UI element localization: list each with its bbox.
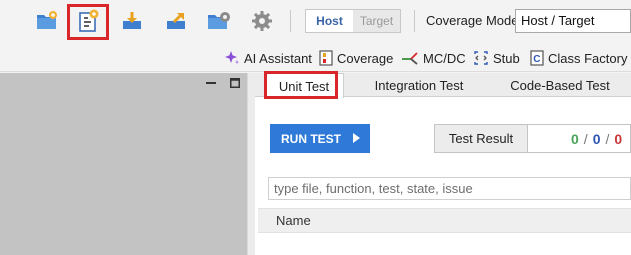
tab-integration-test[interactable]: Integration Test <box>351 73 487 97</box>
new-test-icon[interactable] <box>76 8 102 34</box>
mcdc-icon <box>402 52 418 65</box>
left-panel <box>0 73 247 255</box>
new-folder-icon[interactable] <box>34 8 60 34</box>
passed-count: 0 <box>571 130 579 147</box>
mcdc-label: MC/DC <box>423 50 466 66</box>
host-toggle[interactable]: Host <box>306 10 353 32</box>
run-test-label: RUN TEST <box>281 131 341 146</box>
failed-count: 0 <box>614 130 623 147</box>
export-icon[interactable] <box>163 8 189 34</box>
minimize-icon[interactable] <box>206 79 216 87</box>
coverage-label: Coverage <box>337 50 394 66</box>
mcdc-button[interactable]: MC/DC <box>401 50 466 66</box>
coverage-button[interactable]: Coverage <box>319 50 393 66</box>
play-icon <box>353 133 360 143</box>
coverage-icon <box>319 50 333 66</box>
stub-icon <box>474 51 488 65</box>
class-factory-button[interactable]: C Class Factory <box>530 50 627 66</box>
ai-assistant-label: AI Assistant <box>244 50 312 66</box>
coverage-mode-select[interactable]: Host / Target <box>515 9 631 33</box>
run-test-button[interactable]: RUN TEST <box>270 124 370 153</box>
test-result-counts: 0 / 0 / 0 <box>528 124 631 153</box>
maximize-icon[interactable] <box>230 78 240 88</box>
tab-code-based-test[interactable]: Code-Based Test <box>495 73 625 97</box>
toolbar-separator <box>414 10 415 32</box>
main-toolbar: Host Target Coverage Mode Host / Target <box>0 0 631 42</box>
table-header-name[interactable]: Name <box>258 208 631 233</box>
count-separator: / <box>583 130 588 147</box>
folder-settings-icon[interactable] <box>206 8 232 34</box>
import-icon[interactable] <box>119 8 145 34</box>
test-result-button[interactable]: Test Result <box>434 124 528 153</box>
column-name-label: Name <box>276 213 311 228</box>
sparkle-icon <box>225 51 239 64</box>
environment-toggle: Host Target <box>305 9 401 33</box>
coverage-mode-label: Coverage Mode <box>426 13 519 28</box>
search-input[interactable] <box>268 177 631 200</box>
svg-text:C: C <box>533 54 540 65</box>
toolbar-separator <box>290 10 291 32</box>
class-factory-icon: C <box>530 50 544 66</box>
ai-assistant-button[interactable]: AI Assistant <box>224 50 312 66</box>
secondary-toolbar: AI Assistant Coverage MC/DC Stub C Class… <box>0 42 631 72</box>
gear-icon[interactable] <box>249 8 275 34</box>
stub-button[interactable]: Stub <box>473 50 520 66</box>
panel-splitter[interactable] <box>247 73 255 255</box>
stub-label: Stub <box>493 50 520 66</box>
class-factory-label: Class Factory <box>548 50 628 66</box>
total-count: 0 <box>592 130 601 147</box>
target-toggle[interactable]: Target <box>353 10 400 32</box>
tab-highlight <box>264 71 338 99</box>
count-separator: / <box>605 130 610 147</box>
